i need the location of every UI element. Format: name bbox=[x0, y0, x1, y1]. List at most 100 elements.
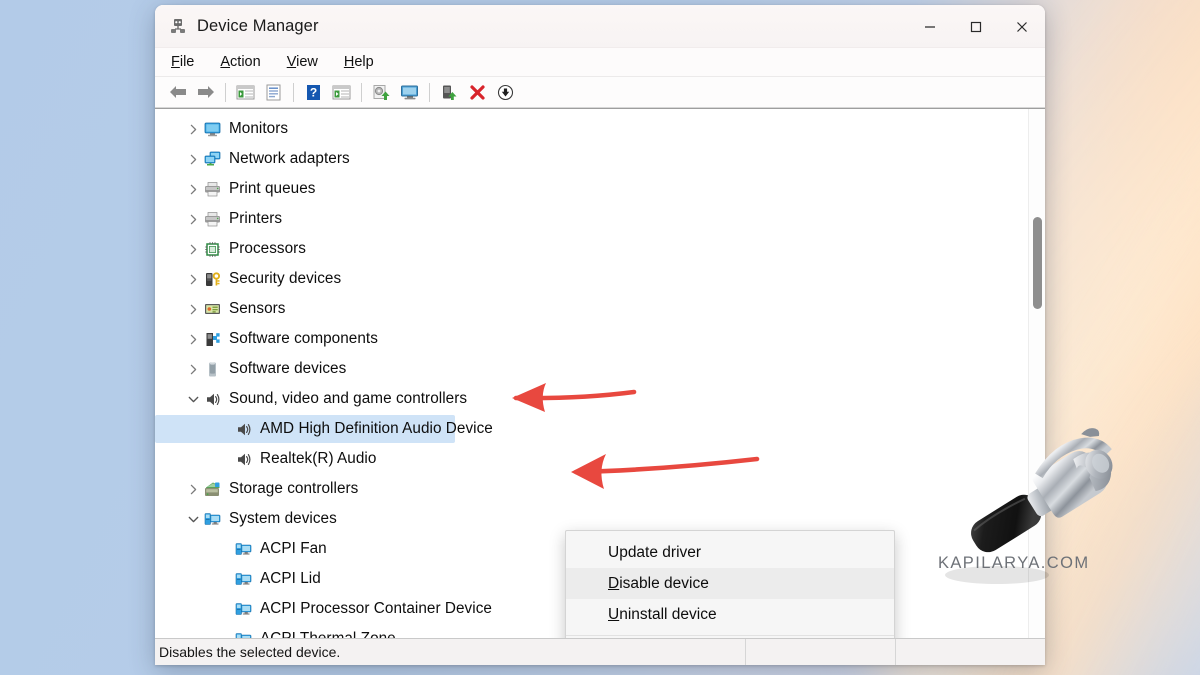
speaker-icon bbox=[235, 451, 252, 468]
tree-item-print-queues[interactable]: Print queues bbox=[155, 174, 1028, 204]
tree-item-label: ACPI Fan bbox=[260, 540, 327, 557]
tree-item-label: Network adapters bbox=[229, 150, 350, 167]
tree-item-sensors[interactable]: Sensors bbox=[155, 294, 1028, 324]
software-device-icon bbox=[204, 361, 221, 378]
system-device-icon bbox=[235, 601, 252, 618]
chevron-down-icon[interactable] bbox=[182, 395, 204, 404]
security-device-icon bbox=[204, 271, 221, 288]
chevron-right-icon[interactable] bbox=[182, 304, 204, 315]
tree-item-amd-high-definition-audio-device[interactable]: AMD High Definition Audio Device bbox=[155, 414, 1028, 444]
network-adapter-icon bbox=[204, 151, 221, 168]
tree-item-printers[interactable]: Printers bbox=[155, 204, 1028, 234]
tree-item-network-adapters[interactable]: Network adapters bbox=[155, 144, 1028, 174]
console-tree-icon[interactable] bbox=[232, 80, 259, 105]
tree-item-storage-controllers[interactable]: Storage controllers bbox=[155, 474, 1028, 504]
tree-item-sound-video-and-game-controllers[interactable]: Sound, video and game controllers bbox=[155, 384, 1028, 414]
back-arrow-icon[interactable] bbox=[164, 80, 191, 105]
tree-item-software-devices[interactable]: Software devices bbox=[155, 354, 1028, 384]
tree-item-monitors[interactable]: Monitors bbox=[155, 114, 1028, 144]
forward-arrow-icon[interactable] bbox=[192, 80, 219, 105]
help-question-icon[interactable]: ? bbox=[300, 80, 327, 105]
chevron-right-icon[interactable] bbox=[182, 364, 204, 375]
menu-view[interactable]: View bbox=[285, 53, 320, 71]
tree-item-label: Sensors bbox=[229, 300, 286, 317]
sensor-icon bbox=[204, 301, 221, 318]
context-menu[interactable]: Update driver Disable device Uninstall dev… bbox=[565, 530, 895, 638]
device-manager-icon bbox=[169, 17, 187, 35]
chevron-right-icon[interactable] bbox=[182, 124, 204, 135]
context-menu-item-label: Update driver bbox=[608, 543, 702, 561]
menu-action[interactable]: Action bbox=[218, 53, 262, 71]
tree-item-label: Printers bbox=[229, 210, 283, 227]
system-device-icon bbox=[235, 571, 252, 588]
tree-item-label: Print queues bbox=[229, 180, 316, 197]
menu-file[interactable]: File bbox=[169, 53, 196, 71]
tree-item-label: ACPI Lid bbox=[260, 570, 321, 587]
tree-item-processors[interactable]: Processors bbox=[155, 234, 1028, 264]
down-arrow-circle-icon[interactable] bbox=[492, 80, 519, 105]
chevron-right-icon[interactable] bbox=[182, 484, 204, 495]
speaker-icon bbox=[204, 391, 221, 408]
menu-help[interactable]: Help bbox=[342, 53, 376, 71]
scrollbar-thumb[interactable] bbox=[1033, 217, 1042, 309]
close-button[interactable] bbox=[999, 5, 1045, 48]
toolbar-separator bbox=[293, 82, 294, 102]
chevron-right-icon[interactable] bbox=[182, 274, 204, 285]
monitor-scan-icon[interactable] bbox=[396, 80, 423, 105]
toolbar-separator bbox=[225, 82, 226, 102]
tree-item-label: ACPI Processor Container Device bbox=[260, 600, 492, 617]
printer-icon bbox=[204, 181, 221, 198]
processor-icon bbox=[204, 241, 221, 258]
update-driver-icon[interactable] bbox=[368, 80, 395, 105]
menu-bar: File Action View Help bbox=[155, 48, 1045, 77]
tree-item-label: Software devices bbox=[229, 360, 347, 377]
tree-item-label: AMD High Definition Audio Device bbox=[260, 420, 493, 437]
context-menu-item-label: Disable device bbox=[608, 574, 709, 592]
toolbar: ? bbox=[155, 77, 1045, 108]
toolbar-separator bbox=[429, 82, 430, 102]
tree-item-label: Processors bbox=[229, 240, 307, 257]
chevron-right-icon[interactable] bbox=[182, 334, 204, 345]
system-device-icon bbox=[235, 631, 252, 638]
monitor-icon bbox=[204, 121, 221, 138]
context-menu-separator bbox=[566, 635, 894, 636]
chevron-right-icon[interactable] bbox=[182, 154, 204, 165]
watermark-text: KAPILARYA.COM bbox=[938, 554, 1090, 572]
title-bar[interactable]: Device Manager bbox=[155, 5, 1045, 48]
speaker-icon bbox=[235, 421, 252, 438]
kapilarya-hammer-logo bbox=[905, 425, 1155, 610]
tree-item-label: System devices bbox=[229, 510, 337, 527]
window-title: Device Manager bbox=[197, 16, 319, 35]
properties-page-icon[interactable] bbox=[260, 80, 287, 105]
chevron-right-icon[interactable] bbox=[182, 214, 204, 225]
printer-icon bbox=[204, 211, 221, 228]
tree-item-label: Realtek(R) Audio bbox=[260, 450, 377, 467]
system-device-icon bbox=[235, 541, 252, 558]
tree-item-software-components[interactable]: Software components bbox=[155, 324, 1028, 354]
software-component-icon bbox=[204, 331, 221, 348]
system-device-icon bbox=[204, 511, 221, 528]
toolbar-separator bbox=[361, 82, 362, 102]
window-controls bbox=[907, 5, 1045, 48]
svg-text:?: ? bbox=[310, 85, 317, 99]
chevron-right-icon[interactable] bbox=[182, 184, 204, 195]
status-cell-2 bbox=[895, 638, 1045, 665]
minimize-button[interactable] bbox=[907, 5, 953, 48]
tree-item-realtek-r-audio[interactable]: Realtek(R) Audio bbox=[155, 444, 1028, 474]
storage-controller-icon bbox=[204, 481, 221, 498]
chevron-down-icon[interactable] bbox=[182, 515, 204, 524]
chevron-right-icon[interactable] bbox=[182, 244, 204, 255]
context-menu-item-label: Uninstall device bbox=[608, 605, 717, 623]
context-menu-item-disable-device[interactable]: Disable device bbox=[566, 568, 894, 599]
context-menu-item-uninstall-device[interactable]: Uninstall device bbox=[566, 599, 894, 630]
enable-device-icon[interactable] bbox=[436, 80, 463, 105]
tree-item-security-devices[interactable]: Security devices bbox=[155, 264, 1028, 294]
tree-item-label: Security devices bbox=[229, 270, 342, 287]
red-x-icon[interactable] bbox=[464, 80, 491, 105]
tree-item-label: Software components bbox=[229, 330, 378, 347]
status-text: Disables the selected device. bbox=[159, 644, 341, 660]
maximize-button[interactable] bbox=[953, 5, 999, 48]
tree-item-label: Storage controllers bbox=[229, 480, 359, 497]
action-pane-icon[interactable] bbox=[328, 80, 355, 105]
context-menu-item-update-driver[interactable]: Update driver bbox=[566, 537, 894, 568]
